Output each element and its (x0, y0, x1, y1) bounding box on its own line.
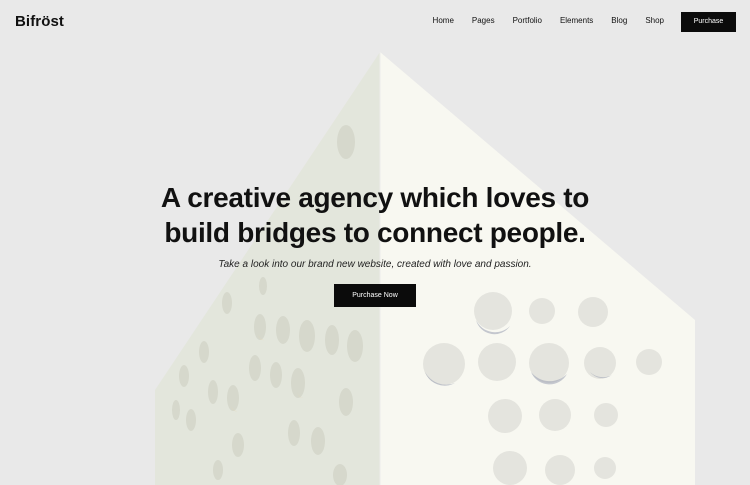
purchase-button[interactable]: Purchase (681, 12, 736, 32)
hero-subtitle: Take a look into our brand new website, … (218, 259, 532, 270)
site-logo[interactable]: Bifröst (15, 13, 64, 31)
site-header: Bifröst Home Pages Portfolio Elements Bl… (0, 0, 750, 44)
hero-title-line-1: A creative agency which loves to (160, 182, 590, 213)
purchase-now-button[interactable]: Purchase Now (334, 284, 416, 307)
nav-item-blog[interactable]: Blog (611, 16, 627, 26)
nav-item-elements[interactable]: Elements (560, 16, 593, 26)
nav-item-portfolio[interactable]: Portfolio (513, 16, 542, 26)
nav-item-shop[interactable]: Shop (645, 16, 664, 26)
hero-section: A creative agency which loves to build b… (0, 180, 750, 307)
hero-title: A creative agency which loves to build b… (0, 180, 750, 250)
main-nav: Home Pages Portfolio Elements Blog Shop (415, 16, 664, 26)
nav-item-pages[interactable]: Pages (472, 16, 495, 26)
hero-title-line-2: build bridges to connect people. (164, 217, 586, 248)
nav-item-home[interactable]: Home (433, 16, 454, 26)
